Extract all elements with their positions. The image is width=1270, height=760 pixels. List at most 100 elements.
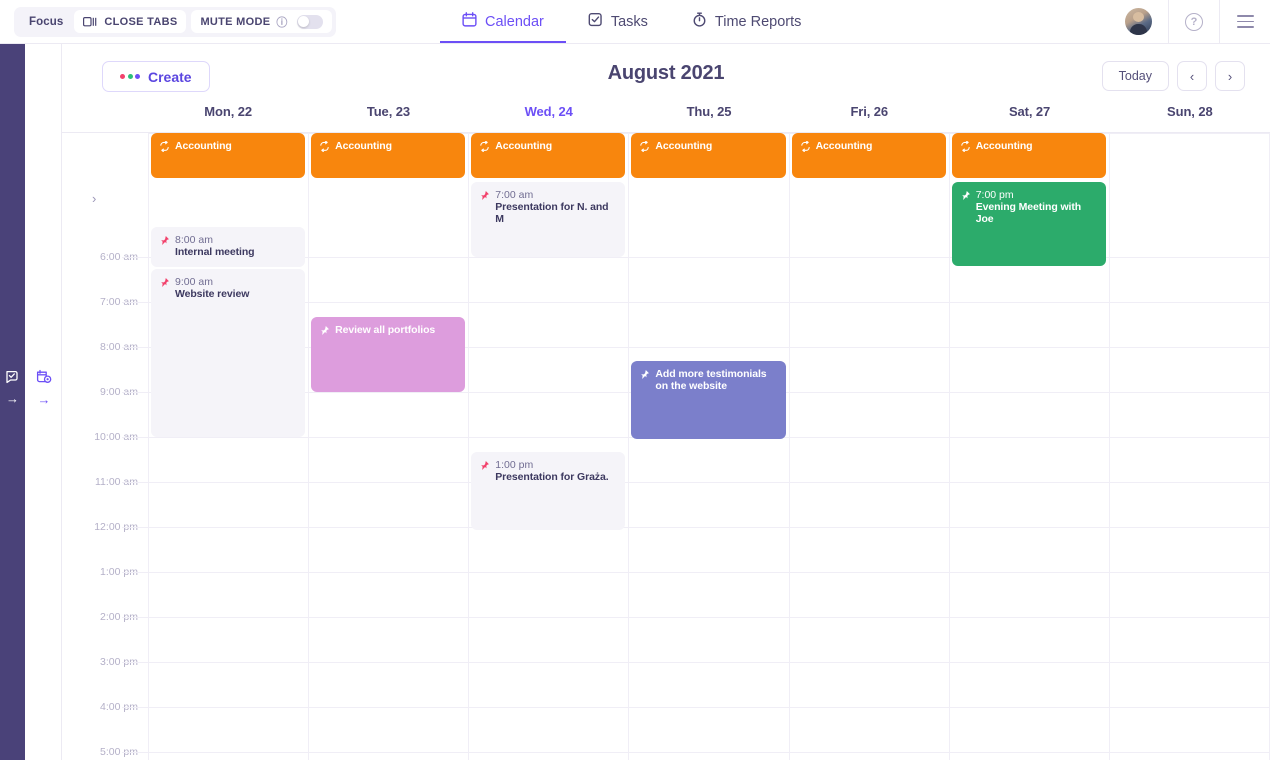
today-button[interactable]: Today [1101,61,1169,91]
event-time: 7:00 am [495,189,534,201]
calendar-grid-body: › 6:00 am 7:00 am 8:00 am 9:00 am 10:00 am 11… [62,132,1270,760]
event-title: Internal meeting [175,246,255,258]
next-week-button[interactable]: › [1215,61,1245,91]
event-title: Accounting [335,140,392,152]
event-evening[interactable]: 7:00 pm Evening Meeting with Joe [951,182,1106,266]
tasks-side-rail[interactable]: → [0,44,25,760]
day-column-3[interactable]: Accounting Add more testimonials on the w… [629,133,790,760]
repeat-icon [479,140,490,156]
main-nav-tabs: Calendar Tasks Time Reports [440,0,823,43]
focus-cluster: Focus CLOSE TABS MUTE MODE ⓘ [14,6,336,37]
day-column-6[interactable] [1110,133,1270,760]
event-time: 1:00 pm [495,459,534,471]
repeat-icon [800,140,811,156]
info-icon[interactable]: ⓘ [276,14,287,30]
question-circle-icon: ? [1185,12,1203,31]
mute-mode-label: MUTE MODE [200,15,271,28]
tab-time-reports[interactable]: Time Reports [670,0,823,43]
pin-icon [960,189,971,205]
tasks-rail-controls[interactable]: → [0,369,25,405]
focus-label: Focus [29,15,64,28]
stopwatch-icon [692,12,707,31]
help-button[interactable]: ? [1168,0,1219,43]
user-avatar[interactable] [1124,8,1152,35]
tab-calendar[interactable]: Calendar [440,0,566,43]
pin-icon [319,324,330,340]
pin-icon [479,189,490,205]
pin-icon [639,368,650,384]
event-internal[interactable]: 8:00 am Internal meeting [151,227,306,267]
day-header-5[interactable]: Sat, 27 [949,104,1109,132]
expand-allday-chevron-icon[interactable]: › [92,191,96,206]
day-column-5[interactable]: Accounting 7:00 pm Evening Meeting with Jo… [950,133,1110,760]
calendar-rail-expand-arrow[interactable]: → [38,393,51,406]
tasks-rail-expand-arrow[interactable]: → [6,392,19,405]
day-header-4[interactable]: Fri, 26 [789,104,949,132]
menu-button[interactable] [1219,0,1270,43]
day-header-0[interactable]: Mon, 22 [148,104,308,132]
event-pres-nm[interactable]: 7:00 am Presentation for N. and M [471,182,626,257]
calendar-toolbar: Create August 2021 Today ‹ › [62,44,1270,104]
event-acc-wed[interactable]: Accounting [471,133,626,178]
event-title: Accounting [975,140,1033,152]
calendar-grid: Mon, 22 Tue, 23 Wed, 24 Thu, 25 Fri, 26 Sat, … [62,104,1270,760]
event-portfolios[interactable]: Review all portfolios [311,317,466,392]
event-title: Review all portfolios [335,324,436,336]
pin-icon [159,276,170,292]
day-column-0[interactable]: Accounting 8:00 am Internal meeting 9:00 am… [148,133,310,760]
chevron-left-icon: ‹ [1189,68,1195,84]
event-title: Website review [175,288,250,300]
event-title: Presentation for N. and M [495,201,609,225]
calendar-side-rail[interactable]: → [26,44,62,760]
day-column-1[interactable]: Accounting Review all portfolios [309,133,470,760]
day-headers: Mon, 22 Tue, 23 Wed, 24 Thu, 25 Fri, 26 Sat, … [148,104,1270,132]
event-time: 7:00 pm [975,189,1014,201]
tab-tasks-label: Tasks [610,13,648,30]
top-bar: Focus CLOSE TABS MUTE MODE ⓘ Calendar Ta… [0,0,1270,44]
event-website[interactable]: 9:00 am Website review [151,269,306,437]
tab-tasks[interactable]: Tasks [566,0,670,43]
event-acc-sat[interactable]: Accounting [951,133,1106,178]
previous-week-button[interactable]: ‹ [1177,61,1207,91]
calendar-rail-controls[interactable]: → [26,369,62,406]
task-panel-icon[interactable] [5,369,21,390]
close-tabs-button[interactable]: CLOSE TABS [74,10,187,33]
day-header-6[interactable]: Sun, 28 [1110,104,1270,132]
event-acc-tue[interactable]: Accounting [311,133,466,178]
calendar-settings-icon[interactable] [36,369,53,391]
calendar-app: Focus CLOSE TABS MUTE MODE ⓘ Calendar Ta… [0,0,1270,760]
event-title: Add more testimonials on the website [655,368,767,392]
event-title: Accounting [175,140,232,152]
event-acc-thu[interactable]: Accounting [631,133,786,178]
day-column-2[interactable]: Accounting 7:00 am Presentation for N. and… [469,133,630,760]
time-gutter: › 6:00 am 7:00 am 8:00 am 9:00 am 10:00 am 11… [62,133,148,760]
day-header-1[interactable]: Tue, 23 [308,104,468,132]
repeat-icon [960,140,971,156]
event-testimonials[interactable]: Add more testimonials on the website [631,361,786,439]
mute-mode-control[interactable]: MUTE MODE ⓘ [191,10,332,33]
avatar-cell[interactable] [1108,0,1168,43]
close-tabs-label: CLOSE TABS [104,15,178,28]
event-acc-fri[interactable]: Accounting [791,133,946,178]
event-pres-graza[interactable]: 1:00 pm Presentation for Graża. [471,452,626,530]
mute-mode-toggle[interactable] [296,14,323,29]
event-title: Accounting [815,140,873,152]
repeat-icon [639,140,650,156]
event-title: Accounting [495,140,553,152]
calendar-nav-group: Today ‹ › [1101,61,1245,91]
task-check-icon [588,12,603,31]
day-header-2[interactable]: Wed, 24 [469,104,629,132]
pin-icon [479,459,490,475]
event-time: 8:00 am [175,234,213,246]
hamburger-menu-icon [1236,15,1254,28]
chevron-right-icon: › [1227,68,1233,84]
event-acc-mon[interactable]: Accounting [151,133,306,178]
tab-time-reports-label: Time Reports [714,13,802,30]
day-header-3[interactable]: Thu, 25 [629,104,789,132]
tab-calendar-label: Calendar [485,13,544,30]
day-column-4[interactable]: Accounting [790,133,950,760]
day-header-row: Mon, 22 Tue, 23 Wed, 24 Thu, 25 Fri, 26 Sat, … [62,104,1270,132]
event-time: 9:00 am [175,276,213,288]
day-columns: Accounting 8:00 am Internal meeting 9:00 am… [148,133,1270,760]
pin-icon [159,234,170,250]
